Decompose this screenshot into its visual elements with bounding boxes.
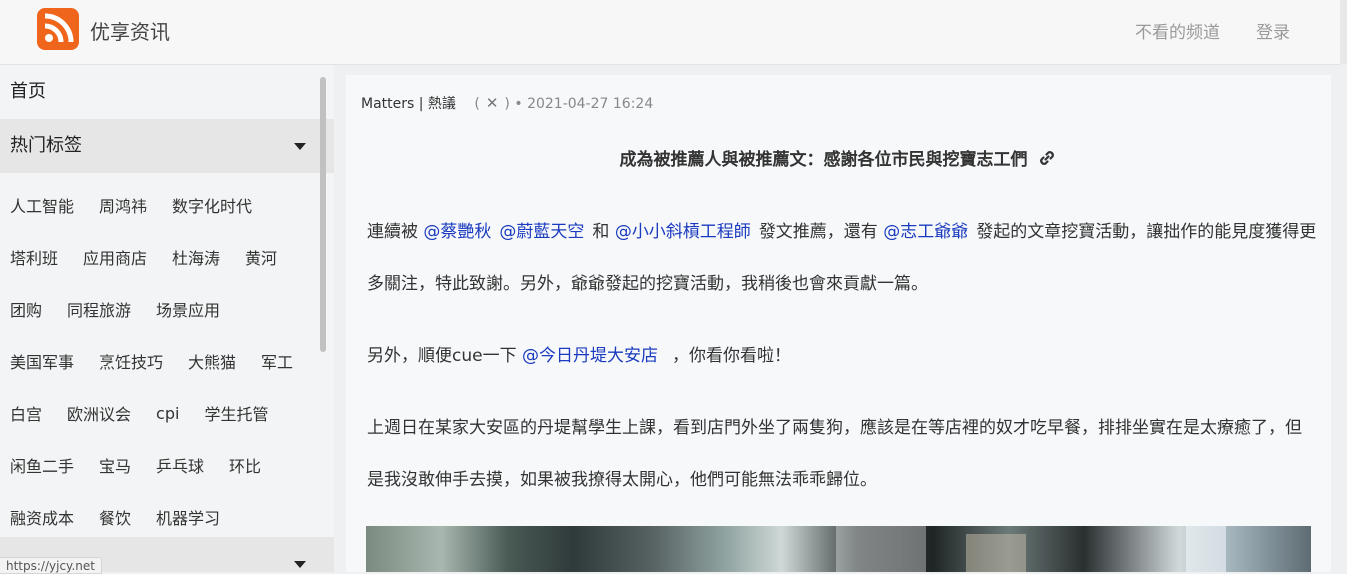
tag-link[interactable]: 黄河 [245, 245, 277, 269]
tag-row: 白宫 欧洲议会 cpi 学生托管 [10, 387, 334, 439]
sidebar: 首页 热门标签 人工智能 周鸿祎 数字化时代塔利班 应用商店 杜海涛 黄河团购 同程旅游 场景… [0, 65, 334, 572]
tag-list: 人工智能 周鸿祎 数字化时代塔利班 应用商店 杜海涛 黄河团购 同程旅游 场景应用美国军事 烹饪… [0, 173, 334, 543]
tag-link[interactable]: 场景应用 [156, 297, 220, 321]
article-source[interactable]: Matters | 熱議 [361, 96, 456, 112]
tag-link[interactable]: 机器学习 [156, 505, 220, 529]
mention-link[interactable]: @蔚藍天空 [499, 222, 584, 242]
hidden-channels-link[interactable]: 不看的频道 [1135, 18, 1220, 43]
caret-down-icon [294, 143, 306, 150]
page-scrollbar[interactable] [1340, 0, 1347, 64]
p1-text-3: 發文推薦，還有 [758, 222, 884, 242]
paren-close: ) [504, 96, 510, 112]
tag-link[interactable]: 人工智能 [10, 193, 74, 217]
paren-open: ( [474, 96, 480, 112]
tag-link[interactable]: 欧洲议会 [67, 401, 131, 425]
hot-tags-header[interactable]: 热门标签 [0, 119, 334, 173]
tag-link[interactable]: 宝马 [99, 453, 131, 477]
tag-link[interactable]: 应用商店 [83, 245, 147, 269]
tag-link[interactable]: 学生托管 [204, 401, 268, 425]
tag-link[interactable]: 白宫 [10, 401, 42, 425]
rss-icon[interactable] [37, 8, 79, 50]
top-header: 优享资讯 不看的频道 登录 [0, 0, 1340, 65]
p1-text-1: 連續被 [367, 222, 424, 242]
sidebar-item-home[interactable]: 首页 [0, 65, 334, 119]
article-photo [366, 526, 1311, 572]
p2-text-2: ，你看你看啦！ [671, 346, 791, 366]
tag-row: 塔利班 应用商店 杜海涛 黄河 [10, 231, 334, 283]
tag-link[interactable]: 乒乓球 [156, 453, 204, 477]
tag-link[interactable]: 餐饮 [99, 505, 131, 529]
tag-link[interactable]: 环比 [229, 453, 261, 477]
tag-link[interactable]: 同程旅游 [67, 297, 131, 321]
tag-link[interactable]: 团购 [10, 297, 42, 321]
article-meta: Matters | 熱議 ( ✕) • 2021-04-27 16:24 [361, 93, 653, 113]
sidebar-scrollbar[interactable] [320, 77, 326, 352]
tag-link[interactable]: 塔利班 [10, 245, 58, 269]
link-icon[interactable] [1037, 148, 1057, 173]
p1-text-2: 和 [592, 222, 615, 242]
tag-row: 美国军事 烹饪技巧 大熊猫 军工 [10, 335, 334, 387]
caret-down-icon [294, 561, 306, 568]
tag-link[interactable]: 大熊猫 [188, 349, 236, 373]
mention-link[interactable]: @今日丹堤大安店 [522, 346, 658, 366]
close-icon[interactable]: ✕ [486, 94, 499, 112]
tag-link[interactable]: 杜海涛 [172, 245, 220, 269]
tag-link[interactable]: 闲鱼二手 [10, 453, 74, 477]
article-paragraph-3: 上週日在某家大安區的丹堤幫學生上課，看到店門外坐了兩隻狗，應該是在等店裡的奴才吃… [367, 418, 1302, 490]
tag-row: 人工智能 周鸿祎 数字化时代 [10, 179, 334, 231]
article-paragraph-1: 連續被 @蔡艷秋 @蔚藍天空和 @小小斜槓工程師 發文推薦，還有 @志工爺爺 發起的文… [367, 206, 1317, 310]
site-name[interactable]: 优享资讯 [90, 16, 170, 45]
mention-link[interactable]: @志工爺爺 [883, 222, 968, 242]
p2-text-1: 另外，順便cue一下 [367, 346, 522, 366]
tag-row: 闲鱼二手 宝马 乒乓球 环比 [10, 439, 334, 491]
tag-link[interactable]: 烹饪技巧 [99, 349, 163, 373]
tag-link[interactable]: 融资成本 [10, 505, 74, 529]
article-title[interactable]: 成為被推薦人與被推薦文：感謝各位市民與挖寶志工們 [346, 145, 1331, 173]
tag-link[interactable]: 数字化时代 [172, 193, 252, 217]
status-url: https://yjcy.net [0, 557, 102, 574]
tag-link[interactable]: cpi [156, 404, 179, 423]
tag-link[interactable]: 美国军事 [10, 349, 74, 373]
login-link[interactable]: 登录 [1256, 18, 1290, 43]
bullet: • [514, 96, 523, 112]
tag-row: 融资成本 餐饮 机器学习 [10, 491, 334, 543]
article-date: 2021-04-27 16:24 [527, 96, 654, 112]
tag-row: 团购 同程旅游 场景应用 [10, 283, 334, 335]
article-card: Matters | 熱議 ( ✕) • 2021-04-27 16:24 成為被推… [346, 75, 1331, 572]
tag-link[interactable]: 周鸿祎 [99, 193, 147, 217]
mention-link[interactable]: @小小斜槓工程師 [615, 222, 751, 242]
hot-tags-label: 热门标签 [10, 135, 82, 156]
tag-link[interactable]: 军工 [261, 349, 293, 373]
article-title-text: 成為被推薦人與被推薦文：感謝各位市民與挖寶志工們 [619, 150, 1028, 170]
article-paragraph-2: 另外，順便cue一下 @今日丹堤大安店 ，你看你看啦！ [367, 330, 1317, 382]
mention-link[interactable]: @蔡艷秋 [423, 222, 491, 242]
